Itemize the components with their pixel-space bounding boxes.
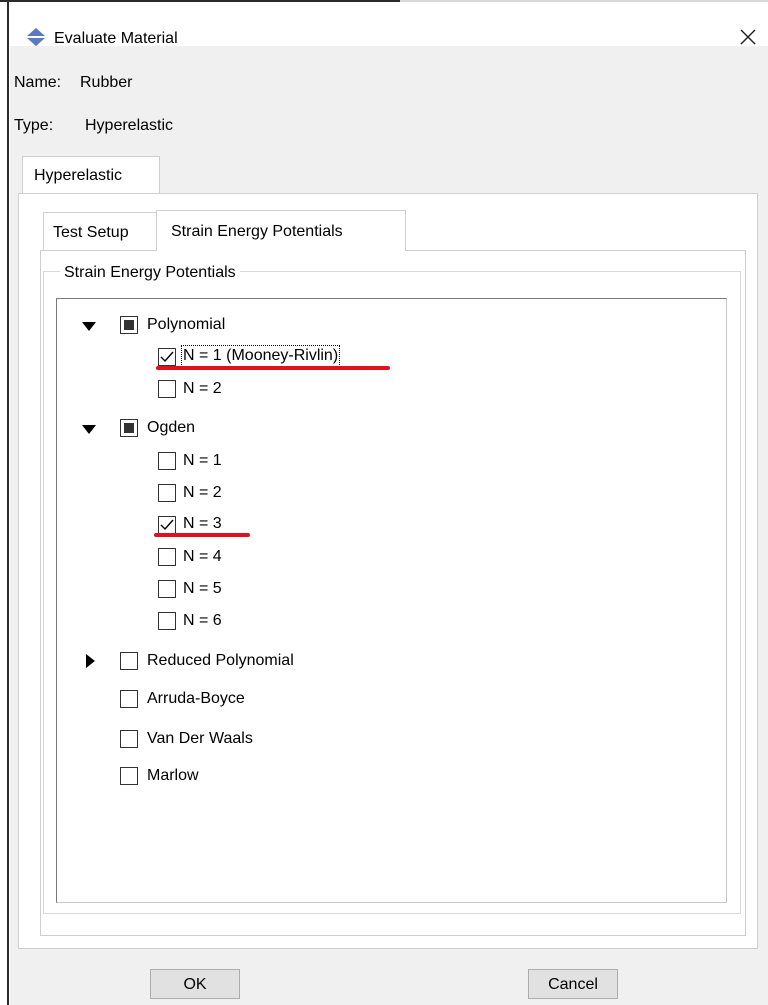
title-bar: Evaluate Material [10,2,768,47]
tree-item-ogden-n5[interactable]: N = 5 [183,580,222,598]
ogden-checkbox[interactable] [120,419,138,437]
ogden-n4-checkbox[interactable] [158,548,176,566]
ogden-n2-checkbox[interactable] [158,484,176,502]
ogden-n1-checkbox[interactable] [158,452,176,470]
tab-hyperelastic[interactable]: Hyperelastic [22,156,160,194]
tree-item-van-der-waals[interactable]: Van Der Waals [147,730,253,748]
tab-hyperelastic-label: Hyperelastic [34,167,123,184]
double-arrow-app-icon [27,28,45,46]
red-underline-annotation [154,533,250,537]
strain-energy-tree[interactable] [56,298,727,903]
name-value: Rubber [80,74,133,91]
marlow-checkbox[interactable] [120,767,138,785]
expand-arrow-down-icon[interactable] [80,318,98,336]
tab-test-setup-label: Test Setup [53,224,129,241]
tree-item-ogden-n6[interactable]: N = 6 [183,612,222,630]
red-underline-annotation [156,366,390,370]
cancel-button-label: Cancel [548,976,598,993]
tree-item-ogden-n4[interactable]: N = 4 [183,548,222,566]
checkmark-icon [160,519,174,531]
groupbox-title: Strain Energy Potentials [60,264,240,282]
tree-item-ogden[interactable]: Ogden [147,419,195,437]
tree-item-ogden-n3[interactable]: N = 3 [183,515,222,533]
close-button[interactable] [731,22,765,52]
ok-button[interactable]: OK [150,969,240,999]
arruda-boyce-checkbox[interactable] [120,690,138,708]
checkmark-icon [160,351,174,363]
window-title: Evaluate Material [54,30,178,47]
name-label: Name: [14,74,62,91]
tree-item-ogden-n1[interactable]: N = 1 [183,452,222,470]
close-icon [740,29,756,45]
tree-item-ogden-n2[interactable]: N = 2 [183,484,222,502]
polynomial-n1-checkbox[interactable] [158,348,176,366]
type-row: Type: Hyperelastic [14,117,173,135]
ogden-n6-checkbox[interactable] [158,612,176,630]
tree-item-polynomial-n2[interactable]: N = 2 [183,380,222,398]
background-window-edge [0,0,10,1005]
type-value: Hyperelastic [85,117,174,134]
ogden-n3-checkbox[interactable] [158,516,176,534]
type-label: Type: [14,117,54,134]
tab-test-setup[interactable]: Test Setup [43,212,156,250]
tree-item-arruda-boyce[interactable]: Arruda-Boyce [147,690,245,708]
cancel-button[interactable]: Cancel [528,969,618,999]
polynomial-n2-checkbox[interactable] [158,380,176,398]
van-der-waals-checkbox[interactable] [120,730,138,748]
ogden-n5-checkbox[interactable] [158,580,176,598]
tab-strain-energy-potentials[interactable]: Strain Energy Potentials [156,210,406,251]
polynomial-checkbox[interactable] [120,316,138,334]
expand-arrow-right-icon[interactable] [82,652,100,670]
reduced-polynomial-checkbox[interactable] [120,652,138,670]
ok-button-label: OK [183,976,207,993]
expand-arrow-down-icon[interactable] [80,421,98,439]
tree-item-polynomial[interactable]: Polynomial [147,316,225,334]
tree-item-polynomial-n1[interactable]: N = 1 (Mooney-Rivlin) [180,345,341,367]
tree-item-marlow[interactable]: Marlow [147,767,199,785]
tab-strain-energy-potentials-label: Strain Energy Potentials [171,223,343,240]
name-row: Name: Rubber [14,74,132,92]
tree-item-reduced-polynomial[interactable]: Reduced Polynomial [147,652,294,670]
